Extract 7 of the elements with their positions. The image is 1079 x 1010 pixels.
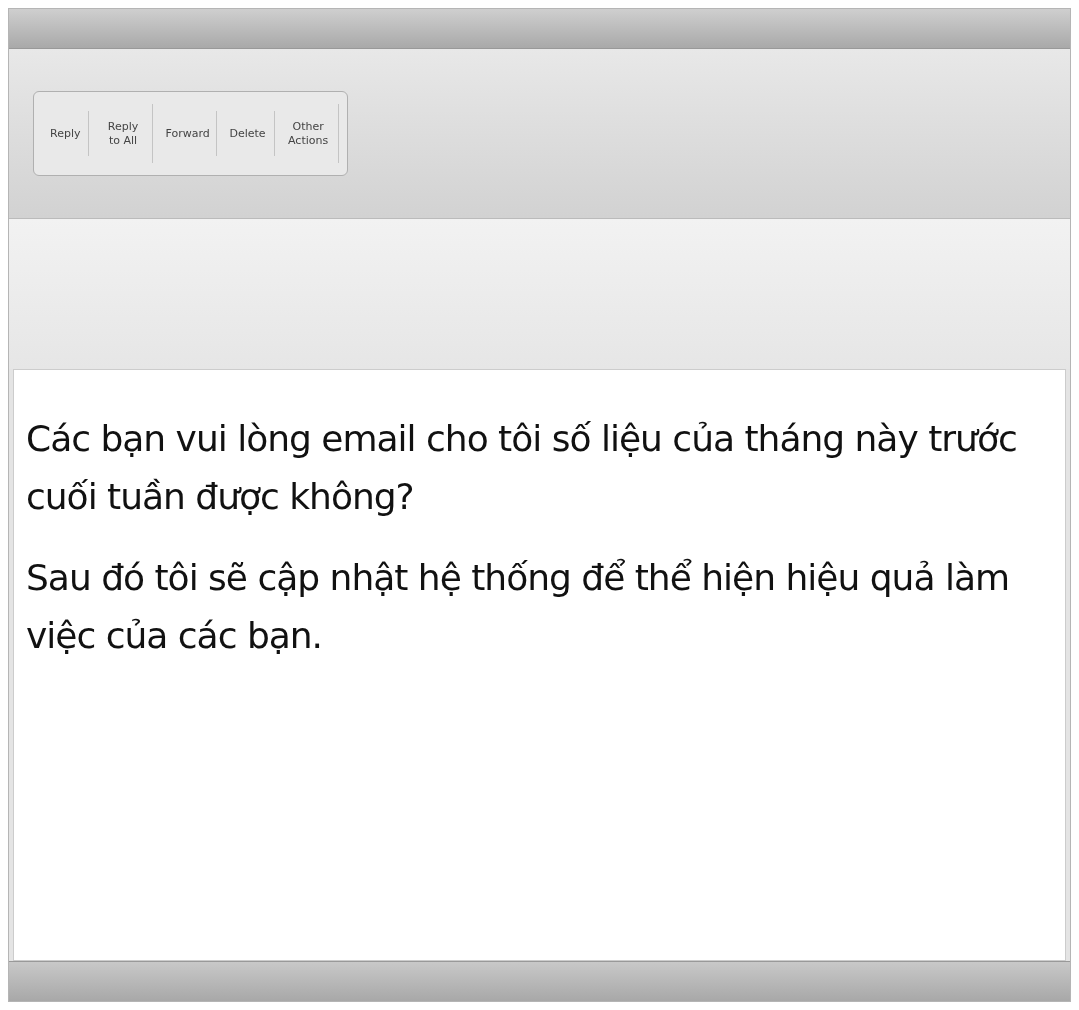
toolbar-button[interactable]: Delete xyxy=(221,110,275,157)
message-text: Sau đó tôi sẽ cập nhật hệ thống để thể hiện hiệu quả làm việc của các bạn. xyxy=(26,556,1011,658)
toolbar-button[interactable]: Reply xyxy=(42,110,90,157)
toolbar-button[interactable]: Forward xyxy=(157,110,218,157)
message-text: Các bạn vui lòng email cho tôi số liệu của tháng này trước cuối tuần được không? xyxy=(26,417,1018,519)
toolbar-button[interactable]: Other Actions xyxy=(278,103,339,164)
toolbar-button[interactable]: Reply to All xyxy=(93,103,154,164)
